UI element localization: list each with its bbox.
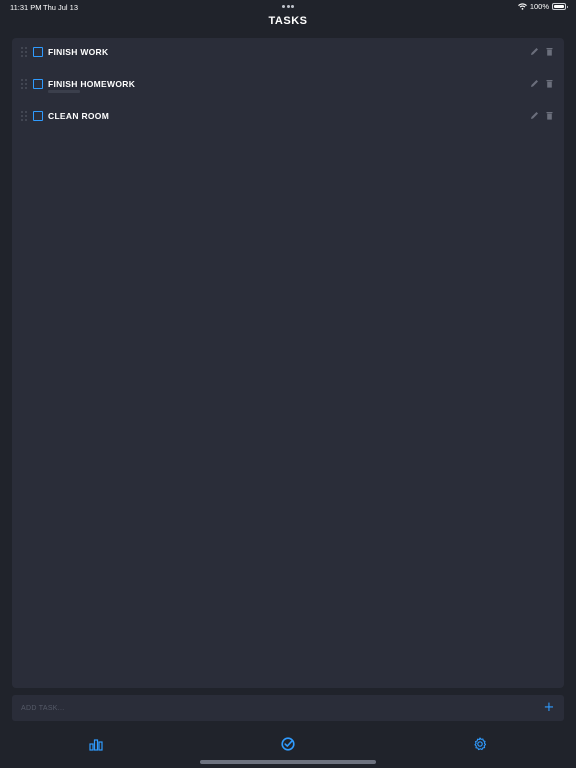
- stats-icon: [89, 739, 103, 751]
- battery-percent: 100%: [529, 2, 549, 11]
- trash-icon[interactable]: [545, 79, 554, 88]
- gear-icon: [474, 737, 487, 751]
- task-actions: [530, 111, 554, 120]
- tab-settings[interactable]: [472, 736, 488, 752]
- task-row[interactable]: FINISH HOMEWORK: [12, 70, 564, 100]
- edit-icon[interactable]: [530, 111, 539, 120]
- task-checkbox[interactable]: [33, 47, 43, 57]
- trash-icon[interactable]: [545, 47, 554, 56]
- add-task-button[interactable]: +: [542, 701, 556, 715]
- multitasking-dots-icon[interactable]: [282, 5, 294, 8]
- status-date: Thu Jul 13: [43, 3, 79, 12]
- page-title: TASKS: [268, 15, 308, 27]
- status-time: 11:31 PM: [10, 3, 42, 12]
- task-actions: [530, 79, 554, 88]
- edit-icon[interactable]: [530, 47, 539, 56]
- task-list: FINISH WORK FINISH HOMEWORK CLEAN ROOM: [12, 38, 564, 688]
- task-checkbox[interactable]: [33, 111, 43, 121]
- trash-icon[interactable]: [545, 111, 554, 120]
- drag-handle-icon[interactable]: [21, 47, 27, 57]
- task-subtitle: [48, 90, 80, 93]
- battery-icon: [552, 3, 568, 10]
- task-row[interactable]: CLEAN ROOM: [12, 102, 564, 132]
- task-label: FINISH HOMEWORK: [48, 79, 136, 89]
- wifi-icon: [517, 3, 527, 10]
- home-indicator[interactable]: [200, 760, 376, 764]
- app-screen: 11:31 PM Thu Jul 13 100% TASKS FINISH WO…: [0, 0, 576, 768]
- task-row[interactable]: FINISH WORK: [12, 38, 564, 68]
- plus-icon: +: [543, 700, 555, 715]
- tab-tasks[interactable]: [280, 736, 296, 752]
- drag-handle-icon[interactable]: [21, 79, 27, 89]
- add-task-bar: +: [12, 695, 564, 721]
- check-circle-icon: [281, 737, 295, 751]
- task-label: FINISH WORK: [48, 47, 109, 57]
- edit-icon[interactable]: [530, 79, 539, 88]
- add-task-input[interactable]: [12, 695, 532, 721]
- task-actions: [530, 47, 554, 56]
- task-checkbox[interactable]: [33, 79, 43, 89]
- task-label: CLEAN ROOM: [48, 111, 110, 121]
- status-right: 100%: [517, 2, 568, 11]
- drag-handle-icon[interactable]: [21, 111, 27, 121]
- status-bar: 11:31 PM Thu Jul 13 100%: [0, 0, 576, 14]
- tab-stats[interactable]: [88, 736, 104, 752]
